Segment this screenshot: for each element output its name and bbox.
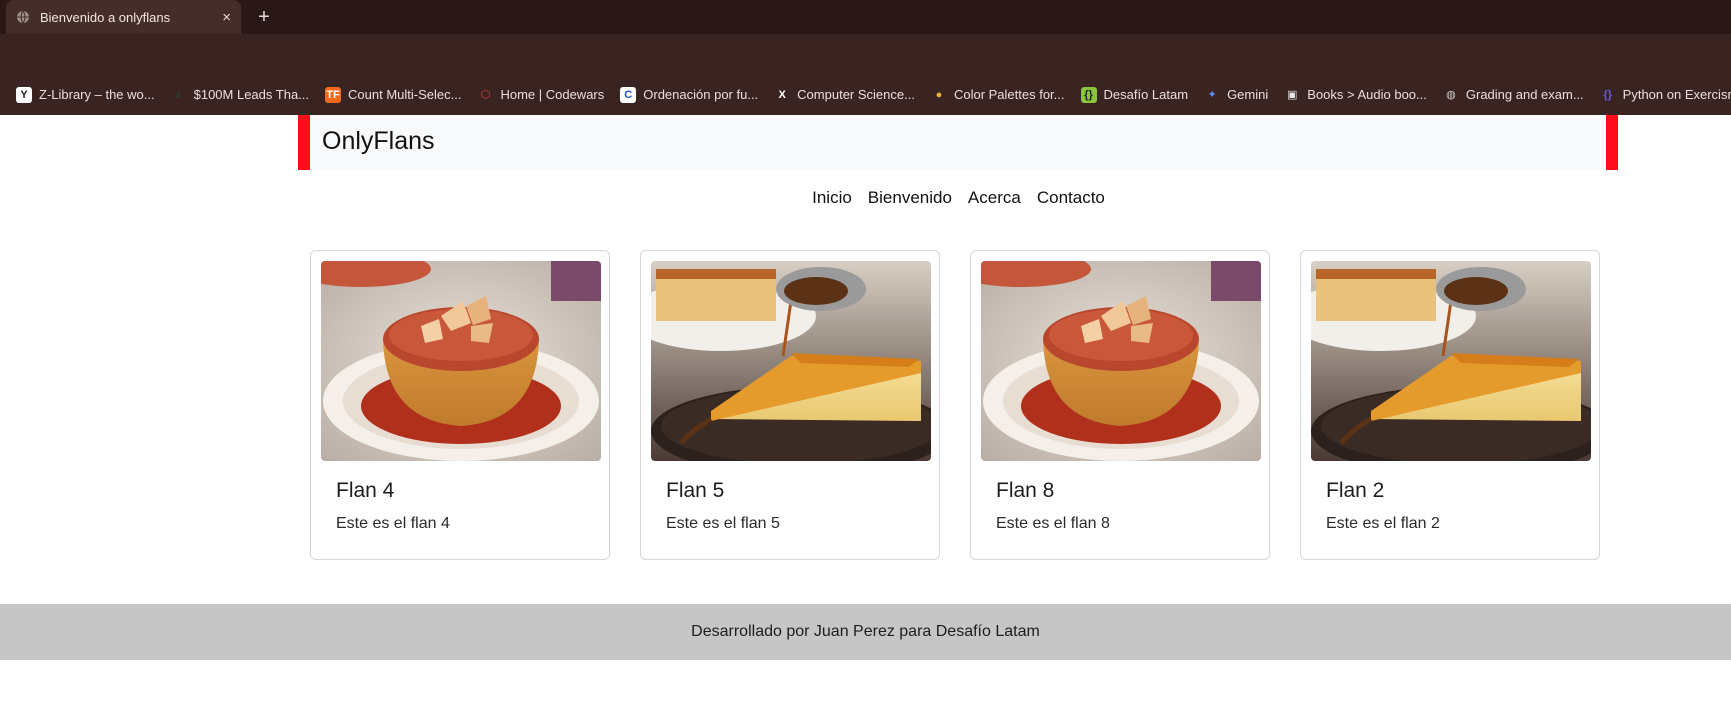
- card-title: Flan 2: [1326, 479, 1385, 502]
- exercism-icon: {}: [1603, 88, 1612, 101]
- web-page: OnlyFlans Inicio Bienvenido Acerca Conta…: [0, 115, 1731, 704]
- site-footer: Desarrollado por Juan Perez para Desafío…: [0, 604, 1731, 660]
- flan-image: [1311, 261, 1591, 461]
- c-icon: C: [620, 86, 637, 103]
- gemini-icon: ✦: [1207, 89, 1217, 101]
- card-title: Flan 4: [336, 479, 395, 502]
- site-header: OnlyFlans: [298, 115, 1618, 170]
- card-title: Flan 5: [666, 479, 725, 502]
- x-icon: X: [778, 88, 786, 101]
- new-tab-button[interactable]: +: [251, 4, 277, 30]
- bookmark-label: Gemini: [1227, 87, 1269, 102]
- bookmark-item[interactable]: ◍ Grading and exam...: [1435, 82, 1592, 108]
- bookmark-item[interactable]: {} Desafío Latam: [1073, 82, 1197, 108]
- bookmark-label: Computer Science...: [797, 87, 915, 102]
- bookmark-item[interactable]: Y Z-Library – the wo...: [8, 82, 163, 108]
- bookmark-label: Count Multi-Selec...: [348, 87, 462, 102]
- bookmark-item[interactable]: ⬡ Home | Codewars: [469, 82, 612, 108]
- flan-dome-illustration: [981, 261, 1261, 461]
- flan-card[interactable]: Flan 4 Este es el flan 4: [310, 250, 610, 560]
- bookmark-item[interactable]: TF Count Multi-Selec...: [317, 82, 469, 108]
- nav-acerca[interactable]: Acerca: [968, 188, 1021, 208]
- bookmark-label: $100M Leads Tha...: [193, 87, 310, 102]
- codewars-icon: ⬡: [480, 89, 491, 101]
- card-grid: Flan 4 Este es el flan 4 Flan 5 Este es …: [310, 250, 1600, 560]
- tf-icon: TF: [325, 86, 342, 103]
- desafio-icon: {}: [1080, 86, 1097, 103]
- brand-link[interactable]: OnlyFlans: [322, 127, 435, 156]
- books-icon: ▣: [1287, 89, 1298, 101]
- card-text: Este es el flan 4: [336, 515, 450, 532]
- bookmark-label: Grading and exam...: [1465, 87, 1584, 102]
- bookmark-label: Z-Library – the wo...: [39, 87, 155, 102]
- z-library-icon: Y: [16, 86, 32, 103]
- card-text: Este es el flan 8: [996, 515, 1110, 532]
- nav-contacto[interactable]: Contacto: [1037, 188, 1105, 208]
- bookmark-item[interactable]: X Computer Science...: [766, 82, 923, 108]
- flan-slice-illustration: [651, 261, 931, 461]
- bookmark-label: Home | Codewars: [500, 87, 605, 102]
- bookmark-label: Python on Exercism: [1622, 87, 1731, 102]
- flan-dome-illustration: [321, 261, 601, 461]
- card-text: Este es el flan 5: [666, 515, 780, 532]
- tab-strip: Bienvenido a onlyflans × +: [0, 0, 1731, 34]
- triangle-icon: ▲: [173, 88, 185, 101]
- bookmark-item[interactable]: ● Color Palettes for...: [923, 82, 1073, 108]
- bookmarks-bar: Y Z-Library – the wo... ▲ $100M Leads Tha..…: [0, 74, 1731, 115]
- palette-icon: ●: [935, 88, 943, 101]
- globe-icon: ◍: [1446, 89, 1456, 101]
- nav-inicio[interactable]: Inicio: [812, 188, 852, 208]
- flan-image: [981, 261, 1261, 461]
- bookmark-item[interactable]: ✦ Gemini: [1196, 82, 1276, 108]
- flan-image: [651, 261, 931, 461]
- card-text: Este es el flan 2: [1326, 515, 1440, 532]
- nav-bienvenido[interactable]: Bienvenido: [868, 188, 952, 208]
- bookmark-label: Color Palettes for...: [953, 87, 1065, 102]
- browser-tab[interactable]: Bienvenido a onlyflans ×: [6, 0, 241, 34]
- tab-title: Bienvenido a onlyflans: [40, 9, 171, 25]
- flan-slice-illustration: [1311, 261, 1591, 461]
- close-icon[interactable]: ×: [222, 9, 231, 26]
- flan-card[interactable]: Flan 2 Este es el flan 2: [1300, 250, 1600, 560]
- globe-icon: [17, 10, 29, 24]
- flan-image: [321, 261, 601, 461]
- bookmark-label: Desafío Latam: [1103, 87, 1189, 102]
- bookmark-item[interactable]: C Ordenación por fu...: [612, 82, 766, 108]
- bookmark-item[interactable]: ▣ Books > Audio boo...: [1276, 82, 1435, 108]
- bookmark-label: Books > Audio boo...: [1307, 87, 1427, 102]
- address-toolbar: [0, 34, 1731, 74]
- bookmark-item[interactable]: {} Python on Exercism: [1592, 82, 1731, 108]
- browser-chrome: Bienvenido a onlyflans × + Y Z-Library – …: [0, 0, 1731, 115]
- card-title: Flan 8: [996, 479, 1055, 502]
- footer-text: Desarrollado por Juan Perez para Desafío…: [691, 623, 1040, 640]
- bookmark-label: Ordenación por fu...: [643, 87, 759, 102]
- main-nav: Inicio Bienvenido Acerca Contacto: [0, 188, 1731, 208]
- flan-card[interactable]: Flan 8 Este es el flan 8: [970, 250, 1270, 560]
- bookmark-item[interactable]: ▲ $100M Leads Tha...: [163, 82, 317, 108]
- flan-card[interactable]: Flan 5 Este es el flan 5: [640, 250, 940, 560]
